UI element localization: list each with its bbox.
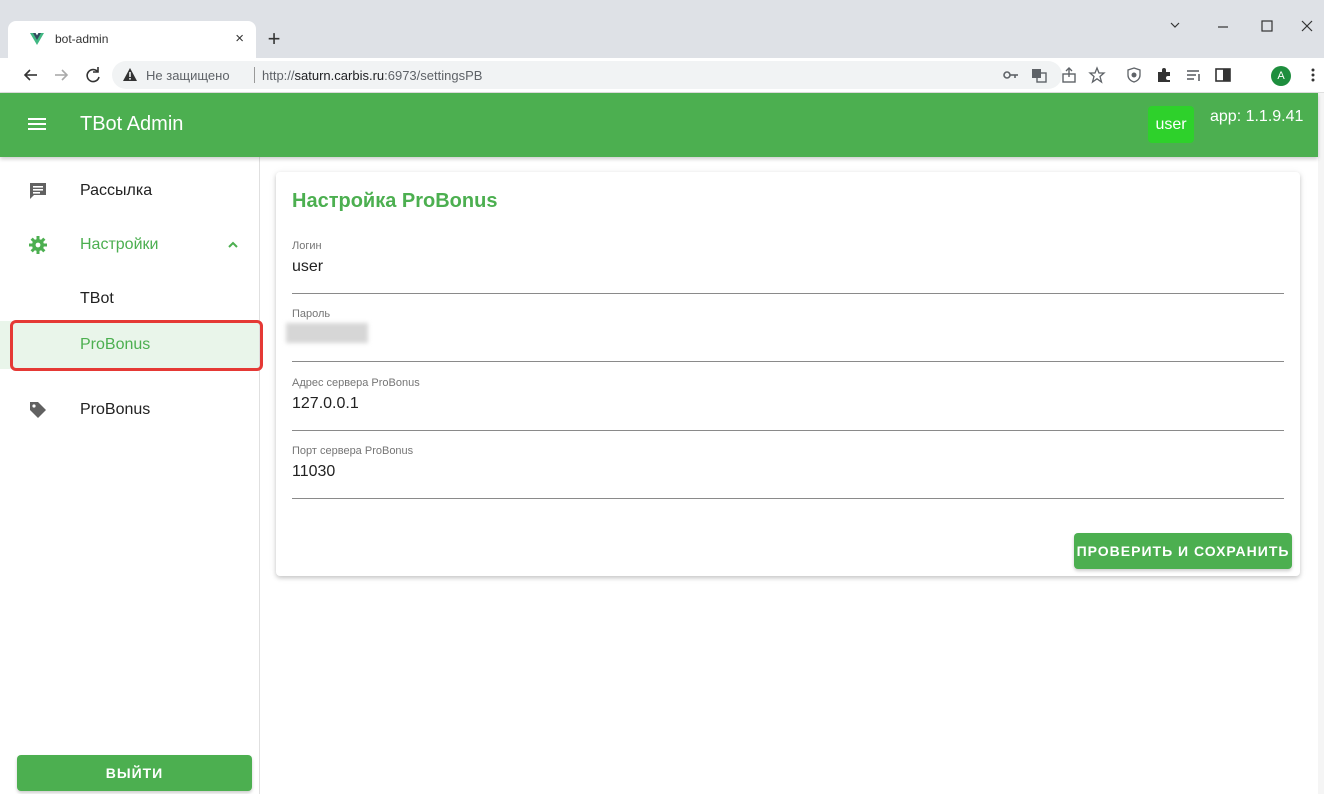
side-panel-icon[interactable] (1214, 66, 1232, 84)
password-redaction (286, 323, 368, 343)
not-secure-label: Не защищено (146, 68, 230, 83)
tab-close-icon[interactable]: × (235, 29, 244, 49)
translate-icon[interactable] (1030, 66, 1048, 84)
browser-toolbar: Не защищено http://saturn.carbis.ru:6973… (0, 58, 1324, 93)
warning-icon[interactable] (122, 67, 138, 83)
settings-card: Настройка ProBonus Логин user Пароль Адр… (276, 172, 1300, 576)
shield-extension-icon[interactable] (1125, 66, 1143, 84)
close-window-icon[interactable] (1290, 14, 1324, 38)
server-port-input[interactable]: 11030 (292, 463, 335, 481)
server-port-field[interactable]: Порт сервера ProBonus 11030 (292, 445, 1284, 499)
message-text-icon (30, 183, 46, 199)
login-label: Логин (292, 240, 322, 252)
tab-title: bot-admin (55, 32, 109, 46)
login-input[interactable]: user (292, 258, 323, 276)
sidebar-subitem-label: TBot (80, 290, 114, 307)
server-port-label: Порт сервера ProBonus (292, 445, 414, 457)
server-address-field[interactable]: Адрес сервера ProBonus 127.0.0.1 (292, 377, 1284, 431)
omnibox-separator (254, 67, 255, 83)
card-title: Настройка ProBonus (292, 190, 498, 212)
sidebar-subitem-tbot[interactable]: TBot (0, 275, 259, 323)
password-label: Пароль (292, 308, 331, 320)
browser-tabstrip: bot-admin × + (0, 0, 1324, 58)
profile-avatar[interactable]: A (1271, 66, 1291, 86)
hamburger-menu-icon[interactable] (26, 113, 48, 135)
puzzle-icon[interactable] (1155, 66, 1173, 84)
reading-list-icon[interactable] (1185, 66, 1203, 84)
sidebar-item-mailing[interactable]: Рассылка (0, 167, 259, 215)
key-icon[interactable] (1002, 66, 1020, 84)
login-field[interactable]: Логин user (292, 240, 1284, 294)
sidebar: Рассылка Настройки TBot ProBonus ProBonu… (0, 157, 263, 794)
app-title: TBot Admin (80, 113, 184, 135)
maximize-icon[interactable] (1250, 14, 1284, 38)
vue-logo-icon (30, 33, 44, 45)
sidebar-item-label: Настройки (80, 236, 159, 253)
logout-button[interactable]: ВЫЙТИ (17, 755, 252, 791)
annotation-highlight-box (10, 320, 263, 371)
server-address-input[interactable]: 127.0.0.1 (292, 395, 359, 413)
browser-tab[interactable]: bot-admin × (8, 21, 256, 58)
chevron-down-icon[interactable] (1158, 14, 1192, 38)
app-version: app: 1.1.9.41 (1210, 108, 1304, 125)
sidebar-item-label: ProBonus (80, 401, 151, 418)
star-icon[interactable] (1088, 66, 1106, 84)
user-chip[interactable]: user (1148, 106, 1194, 143)
address-bar[interactable]: Не защищено http://saturn.carbis.ru:6973… (112, 61, 1062, 89)
tag-icon (30, 402, 46, 418)
sidebar-item-probonus[interactable]: ProBonus (0, 386, 259, 434)
forward-arrow-icon[interactable] (50, 64, 72, 86)
minimize-icon[interactable] (1206, 14, 1240, 38)
check-and-save-button[interactable]: ПРОВЕРИТЬ И СОХРАНИТЬ (1074, 533, 1292, 569)
back-arrow-icon[interactable] (20, 64, 42, 86)
server-address-label: Адрес сервера ProBonus (292, 377, 420, 389)
reload-icon[interactable] (82, 64, 104, 86)
kebab-menu-icon[interactable] (1304, 66, 1322, 84)
sidebar-item-label: Рассылка (80, 182, 153, 199)
share-icon[interactable] (1060, 66, 1078, 84)
chevron-up-icon[interactable] (224, 236, 242, 254)
app-bar: TBot Admin user app: 1.1.9.41 (0, 93, 1318, 157)
url-text: http://saturn.carbis.ru:6973/settingsPB (262, 68, 483, 83)
gear-icon (29, 236, 47, 254)
new-tab-button[interactable]: + (263, 26, 285, 52)
password-field[interactable]: Пароль (292, 308, 1284, 362)
sidebar-item-settings[interactable]: Настройки (0, 221, 259, 269)
page-scrollbar[interactable] (1318, 93, 1324, 794)
